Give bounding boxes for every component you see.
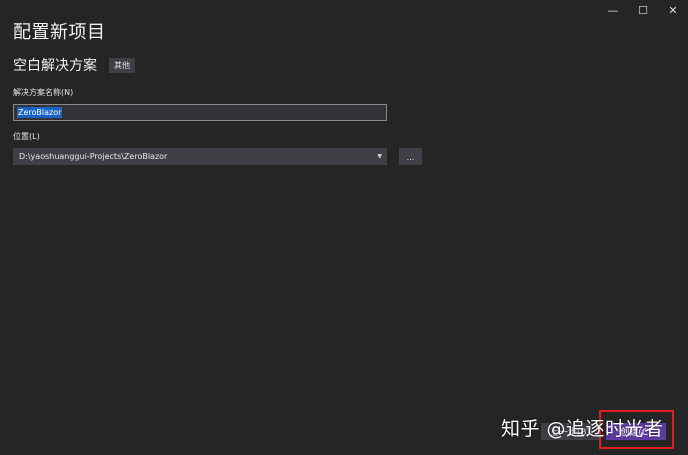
close-icon[interactable]: ✕	[658, 0, 688, 20]
solution-name-value: ZeroBlazor	[17, 107, 63, 118]
template-tag-badge: 其他	[109, 57, 135, 73]
minimize-icon[interactable]: —	[598, 0, 628, 20]
template-header: 空白解决方案 其他	[13, 55, 135, 75]
solution-name-input[interactable]: ZeroBlazor	[13, 104, 387, 121]
page-title: 配置新项目	[13, 22, 106, 43]
template-name: 空白解决方案	[13, 58, 97, 74]
maximize-icon[interactable]: ☐	[628, 0, 658, 20]
location-dropdown[interactable]: D:\yaoshuanggui-Projects\ZeroBlazor ▼	[13, 148, 387, 165]
chevron-down-icon: ▼	[377, 153, 382, 160]
configure-project-window: — ☐ ✕ 配置新项目 空白解决方案 其他 解决方案名称(N) ZeroBlaz…	[0, 0, 688, 455]
location-value: D:\yaoshuanggui-Projects\ZeroBlazor	[19, 152, 168, 161]
window-controls: — ☐ ✕	[598, 0, 688, 20]
browse-button[interactable]: ...	[399, 148, 422, 165]
watermark-text: 知乎 @追逐时光者	[501, 418, 664, 440]
location-label: 位置(L)	[13, 132, 40, 141]
solution-name-label: 解决方案名称(N)	[13, 88, 74, 97]
